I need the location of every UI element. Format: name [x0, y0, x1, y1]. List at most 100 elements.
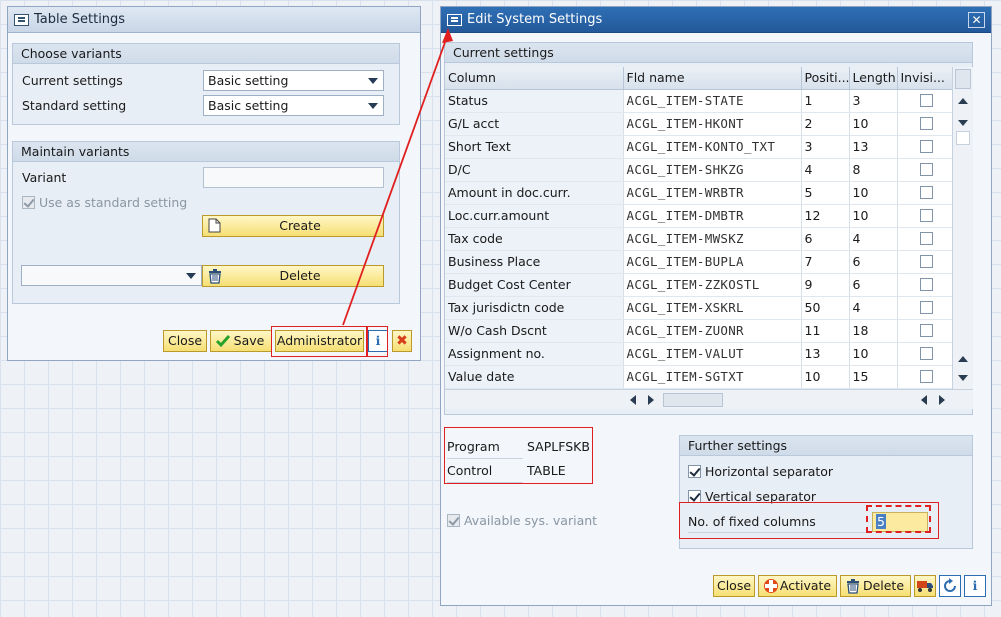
cell-length[interactable]: 6 [849, 250, 898, 274]
checkbox-unchecked-icon[interactable] [919, 278, 933, 291]
cell-length[interactable]: 10 [849, 204, 898, 228]
close-settings-button[interactable]: Close [713, 575, 755, 597]
available-sys-variant-checkbox[interactable]: Available sys. variant [447, 513, 597, 528]
checkbox-unchecked-icon[interactable] [919, 255, 933, 268]
save-button[interactable]: Save [210, 330, 272, 352]
checkbox-unchecked-icon[interactable] [919, 347, 933, 360]
cell-length[interactable]: 6 [849, 273, 898, 297]
checkbox-unchecked-icon[interactable] [919, 163, 933, 176]
col-header-fld-name[interactable]: Fld name [623, 67, 802, 90]
horizontal-separator-checkbox[interactable]: Horizontal separator [688, 464, 833, 479]
horizontal-scrollbar[interactable] [445, 389, 973, 409]
cell-length[interactable]: 10 [849, 181, 898, 205]
cell-position[interactable]: 5 [801, 181, 850, 205]
cell-length[interactable]: 13 [849, 135, 898, 159]
cell-invisible[interactable] [897, 365, 953, 389]
current-settings-dropdown[interactable]: Basic setting [203, 70, 384, 91]
cell-invisible[interactable] [897, 181, 953, 205]
info-settings-button[interactable]: i [964, 575, 986, 597]
scroll-left-icon[interactable] [920, 394, 928, 406]
cell-position[interactable]: 6 [801, 227, 850, 251]
table-row[interactable]: Amount in doc.curr. ACGL_ITEM-WRBTR 5 10 [445, 181, 953, 205]
close-button[interactable]: Close [163, 330, 207, 352]
col-header-length[interactable]: Length [849, 67, 898, 90]
cell-invisible[interactable] [897, 227, 953, 251]
checkbox-unchecked-icon[interactable] [919, 117, 933, 130]
variant-select-dropdown[interactable] [21, 265, 202, 286]
cell-length[interactable]: 10 [849, 342, 898, 366]
scroll-down-icon[interactable] [957, 374, 969, 382]
cell-length[interactable]: 10 [849, 112, 898, 136]
table-row[interactable]: Business Place ACGL_ITEM-BUPLA 7 6 [445, 250, 953, 274]
checkbox-unchecked-icon[interactable] [919, 94, 933, 107]
scroll-up-icon[interactable] [957, 97, 969, 105]
cell-position[interactable]: 1 [801, 89, 850, 113]
standard-setting-dropdown[interactable]: Basic setting [203, 95, 384, 116]
table-row[interactable]: Budget Cost Center ACGL_ITEM-ZZKOSTL 9 6 [445, 273, 953, 297]
close-window-button[interactable]: ✕ [968, 12, 985, 28]
scroll-down-icon[interactable] [957, 119, 969, 127]
cell-length[interactable]: 3 [849, 89, 898, 113]
col-header-column[interactable]: Column [445, 67, 624, 90]
cell-invisible[interactable] [897, 250, 953, 274]
cell-invisible[interactable] [897, 112, 953, 136]
table-row[interactable]: Short Text ACGL_ITEM-KONTO_TXT 3 13 [445, 135, 953, 159]
cell-position[interactable]: 7 [801, 250, 850, 274]
cell-invisible[interactable] [897, 273, 953, 297]
cell-invisible[interactable] [897, 342, 953, 366]
cell-invisible[interactable] [897, 89, 953, 113]
scroll-left-icon[interactable] [629, 394, 637, 406]
delete-settings-button[interactable]: Delete [840, 575, 911, 597]
col-header-position[interactable]: Positi... [801, 67, 850, 90]
edit-system-settings-titlebar[interactable]: Edit System Settings ✕ [441, 7, 991, 33]
checkbox-unchecked-icon[interactable] [919, 209, 933, 222]
checkbox-unchecked-icon[interactable] [919, 324, 933, 337]
cell-position[interactable]: 13 [801, 342, 850, 366]
checkbox-unchecked-icon[interactable] [919, 232, 933, 245]
cell-invisible[interactable] [897, 319, 953, 343]
scroll-up-icon[interactable] [957, 355, 969, 363]
cell-length[interactable]: 15 [849, 365, 898, 389]
table-row[interactable]: D/C ACGL_ITEM-SHKZG 4 8 [445, 158, 953, 182]
create-button[interactable]: Create [202, 215, 384, 237]
scroll-right-icon[interactable] [647, 394, 655, 406]
table-row[interactable]: Tax jurisdictn code ACGL_ITEM-XSKRL 50 4 [445, 296, 953, 320]
checkbox-unchecked-icon[interactable] [919, 370, 933, 383]
cell-position[interactable]: 3 [801, 135, 850, 159]
col-header-invisible[interactable]: Invisi... [897, 67, 953, 90]
table-row[interactable]: Status ACGL_ITEM-STATE 1 3 [445, 89, 953, 113]
cancel-button[interactable]: ✖ [392, 330, 412, 352]
checkbox-unchecked-icon[interactable] [919, 301, 933, 314]
cell-position[interactable]: 4 [801, 158, 850, 182]
cell-position[interactable]: 11 [801, 319, 850, 343]
table-settings-titlebar[interactable]: Table Settings [8, 7, 420, 33]
variant-input[interactable] [203, 167, 384, 188]
cell-position[interactable]: 12 [801, 204, 850, 228]
cell-invisible[interactable] [897, 158, 953, 182]
scroll-thumb[interactable] [955, 69, 971, 89]
refresh-button[interactable] [939, 575, 961, 597]
delete-variant-button[interactable]: Delete [202, 265, 384, 287]
cell-length[interactable]: 8 [849, 158, 898, 182]
vertical-scrollbar[interactable] [952, 67, 973, 389]
cell-invisible[interactable] [897, 135, 953, 159]
cell-invisible[interactable] [897, 296, 953, 320]
scroll-right-icon[interactable] [938, 394, 946, 406]
activate-button[interactable]: Activate [758, 575, 837, 597]
cell-invisible[interactable] [897, 204, 953, 228]
transport-button[interactable] [914, 575, 936, 597]
table-row[interactable]: Tax code ACGL_ITEM-MWSKZ 6 4 [445, 227, 953, 251]
cell-length[interactable]: 4 [849, 227, 898, 251]
table-row[interactable]: Loc.curr.amount ACGL_ITEM-DMBTR 12 10 [445, 204, 953, 228]
cell-length[interactable]: 18 [849, 319, 898, 343]
cell-position[interactable]: 9 [801, 273, 850, 297]
cell-length[interactable]: 4 [849, 296, 898, 320]
cell-position[interactable]: 2 [801, 112, 850, 136]
cell-position[interactable]: 10 [801, 365, 850, 389]
checkbox-unchecked-icon[interactable] [919, 140, 933, 153]
table-row[interactable]: Value date ACGL_ITEM-SGTXT 10 15 [445, 365, 953, 389]
horizontal-scroll-thumb[interactable] [663, 393, 723, 407]
use-as-standard-checkbox[interactable]: Use as standard setting [22, 195, 187, 210]
checkbox-unchecked-icon[interactable] [919, 186, 933, 199]
table-row[interactable]: G/L acct ACGL_ITEM-HKONT 2 10 [445, 112, 953, 136]
